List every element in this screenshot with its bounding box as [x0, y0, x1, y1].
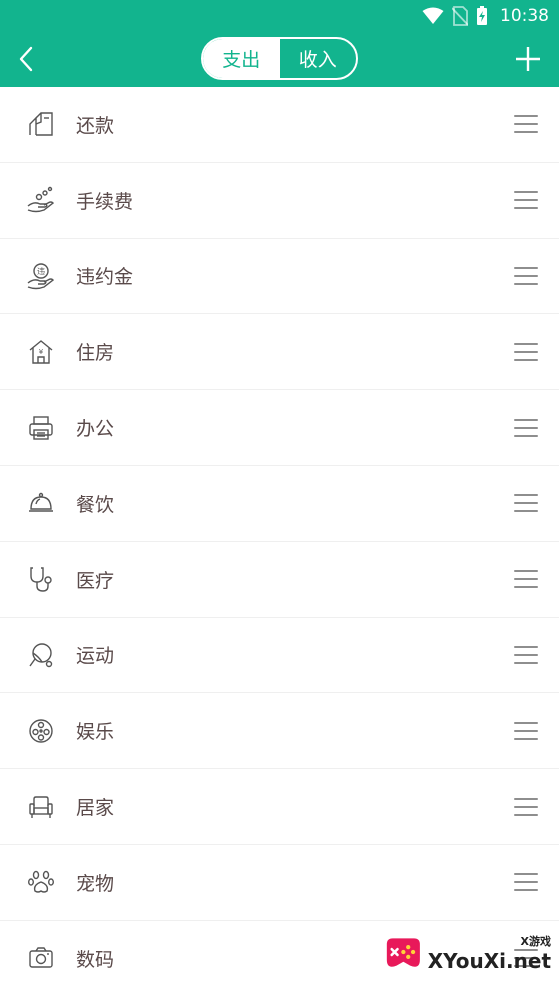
drag-handle-icon[interactable] — [514, 342, 538, 361]
status-time: 10:38 — [500, 6, 549, 26]
tab-expense[interactable]: 支出 — [203, 39, 280, 78]
watermark: X游戏 XYouXi.net — [381, 918, 551, 988]
category-label: 餐饮 — [76, 493, 115, 516]
armchair-icon — [26, 792, 56, 822]
category-label: 手续费 — [76, 190, 134, 213]
watermark-small-text: X游戏 — [520, 935, 551, 948]
category-label: 数码 — [76, 948, 115, 971]
drag-handle-icon[interactable] — [514, 115, 538, 134]
wifi-icon — [422, 7, 444, 25]
category-label: 运动 — [76, 645, 115, 668]
list-item[interactable]: 办公 — [0, 390, 559, 466]
category-label: 住房 — [76, 342, 115, 365]
paw-icon — [26, 867, 56, 897]
plus-icon — [516, 47, 540, 71]
house-icon: ¥ — [26, 337, 56, 367]
category-label: 还款 — [76, 114, 115, 137]
drag-handle-icon[interactable] — [514, 797, 538, 816]
list-item[interactable]: 还款 — [0, 87, 559, 163]
drag-handle-icon[interactable] — [514, 418, 538, 437]
app-bar: 支出 收入 — [0, 32, 559, 87]
drag-handle-icon[interactable] — [514, 873, 538, 892]
category-label: 医疗 — [76, 569, 115, 592]
drag-handle-icon[interactable] — [514, 191, 538, 210]
penalty-hand-icon: 违 — [26, 261, 56, 291]
category-list: 还款 手续费 违 违约金 ¥ 住房 办公 餐饮 医疗 运动 娱乐 居家 宠物 数… — [0, 87, 559, 994]
category-label: 居家 — [76, 797, 115, 820]
add-button[interactable] — [513, 44, 543, 74]
back-button[interactable] — [12, 45, 40, 73]
drag-handle-icon[interactable] — [514, 266, 538, 285]
gamepad-logo-icon — [386, 938, 420, 967]
dining-bell-icon — [26, 488, 56, 518]
list-item[interactable]: 居家 — [0, 769, 559, 845]
battery-charging-icon — [476, 6, 488, 26]
category-label: 办公 — [76, 418, 115, 441]
list-item[interactable]: 娱乐 — [0, 693, 559, 770]
tab-income[interactable]: 收入 — [280, 39, 357, 78]
list-item[interactable]: ¥ 住房 — [0, 314, 559, 391]
category-label: 违约金 — [76, 266, 134, 289]
list-item[interactable]: 宠物 — [0, 844, 559, 921]
camera-icon — [26, 943, 56, 973]
no-sim-icon — [452, 6, 468, 26]
status-bar: 10:38 — [0, 0, 559, 32]
drag-handle-icon[interactable] — [514, 570, 538, 589]
fee-hand-icon — [26, 185, 56, 215]
type-switch: 支出 收入 — [201, 37, 358, 80]
film-reel-icon — [26, 716, 56, 746]
racket-icon — [26, 640, 56, 670]
list-item[interactable]: 医疗 — [0, 541, 559, 618]
svg-text:违: 违 — [37, 267, 45, 276]
category-label: 娱乐 — [76, 721, 115, 744]
drag-handle-icon[interactable] — [514, 721, 538, 740]
list-item[interactable]: 运动 — [0, 617, 559, 694]
list-item[interactable]: 违 违约金 — [0, 238, 559, 315]
svg-text:¥: ¥ — [39, 348, 44, 356]
drag-handle-icon[interactable] — [514, 645, 538, 664]
printer-icon — [26, 413, 56, 443]
chevron-left-icon — [19, 46, 33, 72]
watermark-site-text: XYouXi.net — [427, 949, 551, 973]
list-item[interactable]: 餐饮 — [0, 465, 559, 542]
stethoscope-icon — [26, 564, 56, 594]
category-label: 宠物 — [76, 872, 115, 895]
repayment-icon — [26, 109, 56, 139]
drag-handle-icon[interactable] — [514, 494, 538, 513]
list-item[interactable]: 手续费 — [0, 162, 559, 239]
